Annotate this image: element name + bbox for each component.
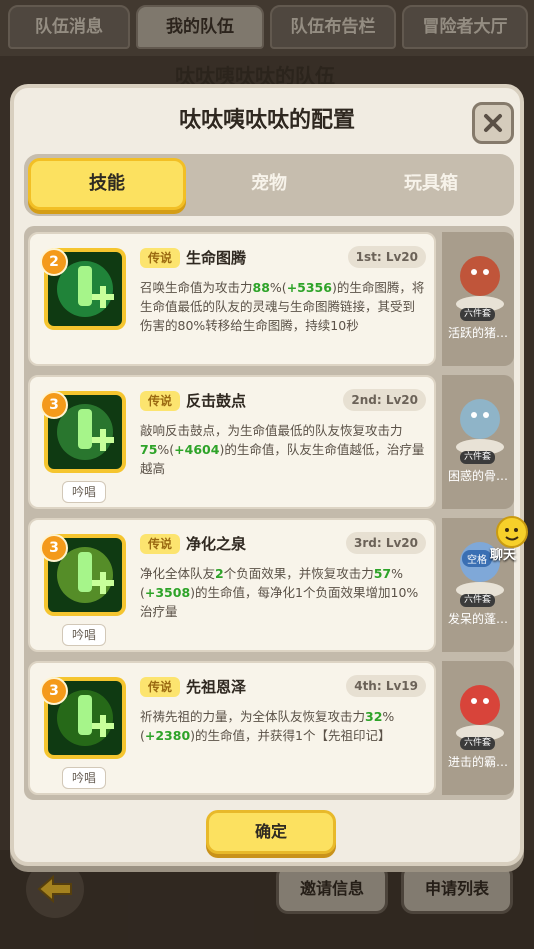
highlight-value: +2380: [144, 728, 191, 743]
config-modal: 呔呔咦呔呔的配置 技能 宠物 玩具箱 2 传说 生命图腾 1st: Lv20 召唤生命值…: [10, 84, 524, 866]
pet-sprite: [450, 385, 510, 459]
skill-slot-level: 4th: Lv19: [346, 675, 426, 697]
close-icon: [484, 114, 502, 132]
tab-skills[interactable]: 技能: [28, 158, 186, 210]
pet-slot[interactable]: 六件套活跃的猪…: [442, 232, 514, 366]
skill-card[interactable]: 3 吟唱 传说 净化之泉 3rd: Lv20 净化全体队友2个负面效果，并恢复攻击力57%…: [28, 518, 436, 652]
highlight-value: +4604: [174, 442, 220, 457]
description-text: )的生命值，并获得1个【先祖印记】: [190, 728, 391, 743]
description-text: %(: [269, 280, 287, 295]
skill-list[interactable]: 2 传说 生命图腾 1st: Lv20 召唤生命值为攻击力88%(+5356)的生命图腾…: [24, 226, 514, 800]
skill-description: 祈祷先祖的力量，为全体队友恢复攻击力32%(+2380)的生命值，并获得1个【先…: [140, 707, 426, 745]
chant-label: 吟唱: [62, 624, 106, 646]
pet-name: 发呆的蓬…: [447, 612, 508, 626]
chant-label: 吟唱: [62, 767, 106, 789]
skill-slot-level: 1st: Lv20: [347, 246, 426, 268]
highlight-value: 57: [373, 566, 392, 581]
skill-level-badge: 3: [40, 391, 68, 419]
highlight-value: 75: [140, 442, 158, 457]
pet-sprite: [450, 671, 510, 745]
highlight-value: +3508: [144, 585, 191, 600]
confirm-button[interactable]: 确定: [206, 810, 336, 854]
description-text: %(: [157, 442, 175, 457]
skill-slot-level: 2nd: Lv20: [343, 389, 426, 411]
skill-card[interactable]: 3 吟唱 传说 反击鼓点 2nd: Lv20 敲响反击鼓点，为生命值最低的队友恢复攻击力 7…: [28, 375, 436, 509]
highlight-value: 32: [365, 709, 383, 724]
skill-name: 先祖恩泽: [186, 678, 247, 696]
config-tab-bar: 技能 宠物 玩具箱: [24, 154, 514, 216]
close-button[interactable]: [472, 102, 514, 144]
pet-name: 进击的霸…: [447, 755, 508, 769]
description-text: 敲响反击鼓点，为生命值最低的队友恢复攻击力: [140, 423, 403, 438]
pet-slot[interactable]: 六件套进击的霸…: [442, 661, 514, 795]
rarity-tag: 传说: [140, 534, 180, 554]
pet-sprite: [450, 242, 510, 316]
skill-level-badge: 3: [40, 677, 68, 705]
skill-description: 敲响反击鼓点，为生命值最低的队友恢复攻击力75%(+4604)的生命值，队友生命…: [140, 421, 426, 478]
skill-description: 净化全体队友2个负面效果，并恢复攻击力57%(+3508)的生命值，每净化1个负…: [140, 564, 426, 621]
highlight-value: 2: [215, 566, 224, 581]
pet-rank-badge: 六件套: [460, 308, 496, 321]
pet-slot[interactable]: 六件套困惑的骨…: [442, 375, 514, 509]
highlight-value: +5356: [286, 280, 332, 295]
pet-rank-badge: 六件套: [460, 737, 496, 750]
skill-name: 反击鼓点: [186, 392, 247, 410]
pet-name: 活跃的猪…: [447, 326, 508, 340]
skill-name: 净化之泉: [186, 535, 247, 553]
skill-level-badge: 2: [40, 248, 68, 276]
description-text: 个负面效果，并恢复攻击力: [223, 566, 374, 581]
pet-rank-badge: 六件套: [460, 451, 496, 464]
modal-title: 呔呔咦呔呔的配置: [178, 108, 355, 133]
skill-name: 生命图腾: [186, 249, 247, 267]
description-text: 祈祷先祖的力量，为全体队友恢复攻击力: [140, 709, 366, 724]
rarity-tag: 传说: [140, 248, 180, 268]
skill-description: 召唤生命值为攻击力88%(+5356)的生命图腾，将生命值最低的队友的灵魂与生命…: [140, 278, 426, 335]
description-text: 净化全体队友: [140, 566, 216, 581]
skill-level-badge: 3: [40, 534, 68, 562]
chat-label: 聊天: [490, 548, 517, 563]
chant-label: 吟唱: [62, 481, 106, 503]
highlight-value: 88: [252, 280, 270, 295]
skill-slot-level: 3rd: Lv20: [345, 532, 426, 554]
rarity-tag: 传说: [140, 391, 180, 411]
skill-card[interactable]: 2 传说 生命图腾 1st: Lv20 召唤生命值为攻击力88%(+5356)的生命图腾…: [28, 232, 436, 366]
rarity-tag: 传说: [140, 677, 180, 697]
skill-card[interactable]: 3 吟唱 传说 先祖恩泽 4th: Lv19 祈祷先祖的力量，为全体队友恢复攻击力32%(…: [28, 661, 436, 795]
tab-pets[interactable]: 宠物: [190, 158, 348, 210]
tab-toybox[interactable]: 玩具箱: [352, 158, 510, 210]
pet-rank-badge: 六件套: [460, 594, 496, 607]
pet-name: 困惑的骨…: [447, 469, 508, 483]
description-text: 召唤生命值为攻击力: [140, 280, 253, 295]
